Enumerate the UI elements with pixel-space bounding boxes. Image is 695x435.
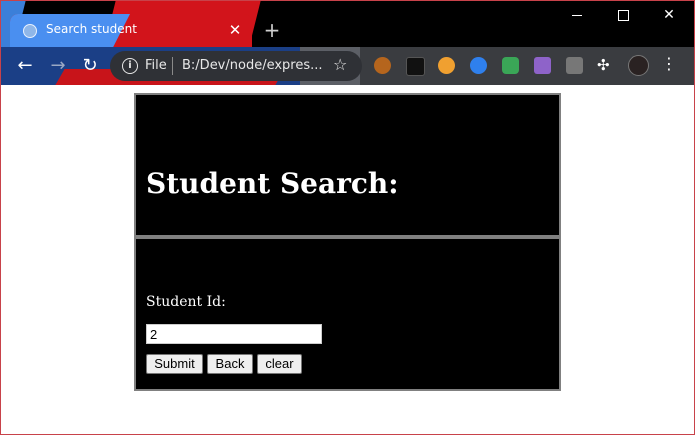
puzzle-icon[interactable]: ✣ (597, 56, 610, 74)
extension-icon[interactable] (438, 57, 455, 74)
extension-icon[interactable] (566, 57, 583, 74)
address-bar[interactable]: i File B:/Dev/node/expres... (110, 51, 362, 81)
clear-button[interactable]: clear (257, 354, 302, 374)
divider (136, 235, 559, 239)
extension-icon[interactable] (534, 57, 551, 74)
extension-icon[interactable] (470, 57, 487, 74)
info-icon[interactable]: i (122, 58, 138, 74)
maximize-icon (617, 9, 629, 21)
submit-button[interactable]: Submit (146, 354, 203, 374)
tab-title: Search student (46, 22, 137, 36)
back-arrow-icon[interactable]: ← (15, 56, 35, 76)
star-icon[interactable]: ☆ (333, 55, 347, 74)
minimize-button[interactable] (554, 0, 600, 31)
divider (172, 57, 173, 75)
page-content: Student Search: Student Id: Submit Back … (0, 85, 695, 435)
minimize-icon (572, 14, 582, 16)
maximize-button[interactable] (600, 0, 646, 31)
extension-icon[interactable] (502, 57, 519, 74)
forward-arrow-icon[interactable]: → (48, 56, 68, 76)
globe-icon (23, 24, 37, 38)
avatar[interactable] (628, 55, 649, 76)
close-icon[interactable]: ✕ (226, 21, 244, 39)
page-title: Student Search: (146, 167, 399, 200)
window-close-button[interactable]: ✕ (646, 0, 692, 31)
tab-search-student[interactable]: Search student ✕ (10, 14, 252, 47)
new-tab-button[interactable]: + (262, 20, 282, 40)
back-button[interactable]: Back (207, 354, 253, 374)
browser-toolbar: ← → ↻ i File B:/Dev/node/expres... ☆ ✣ ⋮ (0, 47, 695, 85)
student-id-label: Student Id: (146, 294, 226, 310)
scheme-label: File (145, 58, 167, 73)
extension-icon[interactable] (406, 57, 425, 76)
browser-tab-strip: Search student ✕ + ✕ (0, 0, 695, 47)
student-id-input[interactable] (146, 324, 322, 344)
cookie-extension-icon[interactable] (374, 57, 391, 74)
student-search-panel: Student Search: Student Id: Submit Back … (134, 93, 561, 391)
url-text[interactable]: B:/Dev/node/expres... (182, 58, 323, 73)
kebab-menu-icon[interactable]: ⋮ (661, 54, 677, 73)
reload-icon[interactable]: ↻ (80, 56, 100, 76)
